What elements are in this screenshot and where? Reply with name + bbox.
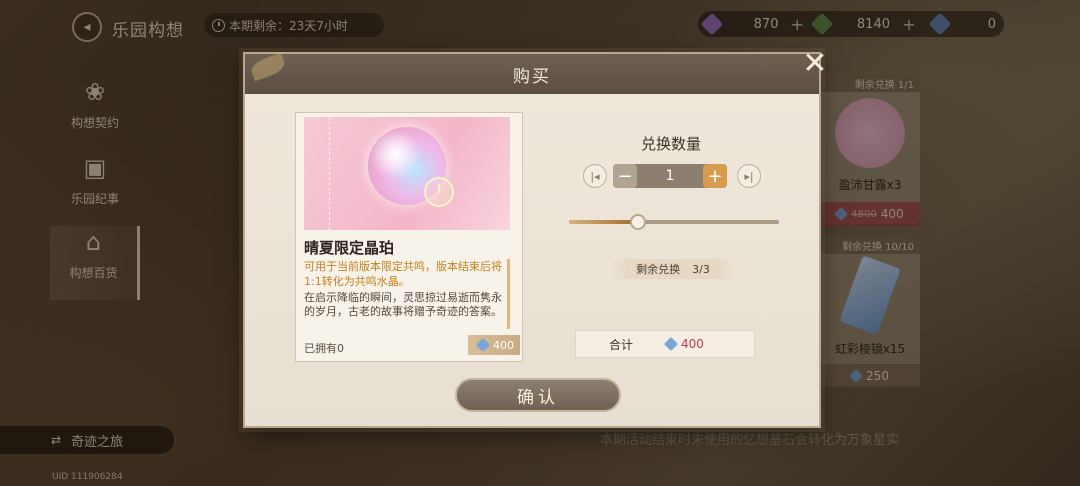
dialog-header: 购买	[245, 52, 819, 94]
total-value: 400	[681, 337, 704, 351]
slider-thumb[interactable]	[630, 214, 647, 230]
leaf-ornament-icon	[248, 52, 288, 82]
slider-fill	[569, 220, 639, 224]
purchase-dialog: 购买 ✕ 晴夏限定晶珀 可用于当前版本限定共鸣，版本结束后将1:1转化为共鸣水晶…	[243, 48, 828, 428]
item-image	[304, 117, 510, 230]
total-amount: 400	[663, 336, 704, 352]
item-description: 可用于当前版本限定共鸣，版本结束后将1:1转化为共鸣水晶。 在启示降临的瞬间，灵…	[304, 259, 510, 329]
remaining-value: 3/3	[692, 262, 710, 276]
ticket-stub	[304, 117, 330, 230]
quantity-stepper: − 1 +	[613, 164, 727, 188]
quantity-slider[interactable]	[569, 214, 779, 230]
remaining-exchanges: 剩余兑换 3/3	[611, 259, 735, 279]
item-highlight-text: 可用于当前版本限定共鸣，版本结束后将1:1转化为共鸣水晶。	[304, 260, 502, 288]
remaining-label: 剩余兑换	[636, 263, 681, 276]
total-cost: 合计 400	[575, 330, 755, 358]
blue-crystal-icon	[663, 336, 679, 352]
item-name: 晴夏限定晶珀	[304, 239, 395, 257]
total-label: 合计	[608, 337, 633, 352]
blue-crystal-icon	[475, 337, 491, 353]
limited-time-clock-icon	[424, 177, 454, 207]
item-price-value: 400	[493, 338, 514, 352]
increment-button[interactable]: +	[703, 164, 727, 188]
min-quantity-button[interactable]: |◂	[583, 164, 607, 188]
decrement-button[interactable]: −	[613, 164, 637, 188]
skip-to-min-icon: |◂	[590, 169, 600, 183]
owned-count: 已拥有0	[304, 342, 344, 355]
max-quantity-button[interactable]: ▸|	[737, 164, 761, 188]
item-price-tag: 400	[468, 335, 520, 355]
confirm-button[interactable]: 确认	[455, 378, 621, 412]
quantity-value[interactable]: 1	[637, 164, 703, 188]
quantity-stepper-row: |◂ − 1 + ▸|	[583, 164, 761, 188]
dialog-title: 购买	[513, 66, 551, 87]
item-card: 晴夏限定晶珀 可用于当前版本限定共鸣，版本结束后将1:1转化为共鸣水晶。 在启示…	[295, 112, 523, 362]
close-button[interactable]: ✕	[799, 48, 831, 80]
quantity-title: 兑换数量	[641, 135, 702, 153]
item-lore-text: 在启示降临的瞬间，灵思掠过易逝而隽永的岁月，古老的故事将赠予奇迹的答案。	[304, 291, 502, 318]
skip-to-max-icon: ▸|	[744, 169, 754, 183]
